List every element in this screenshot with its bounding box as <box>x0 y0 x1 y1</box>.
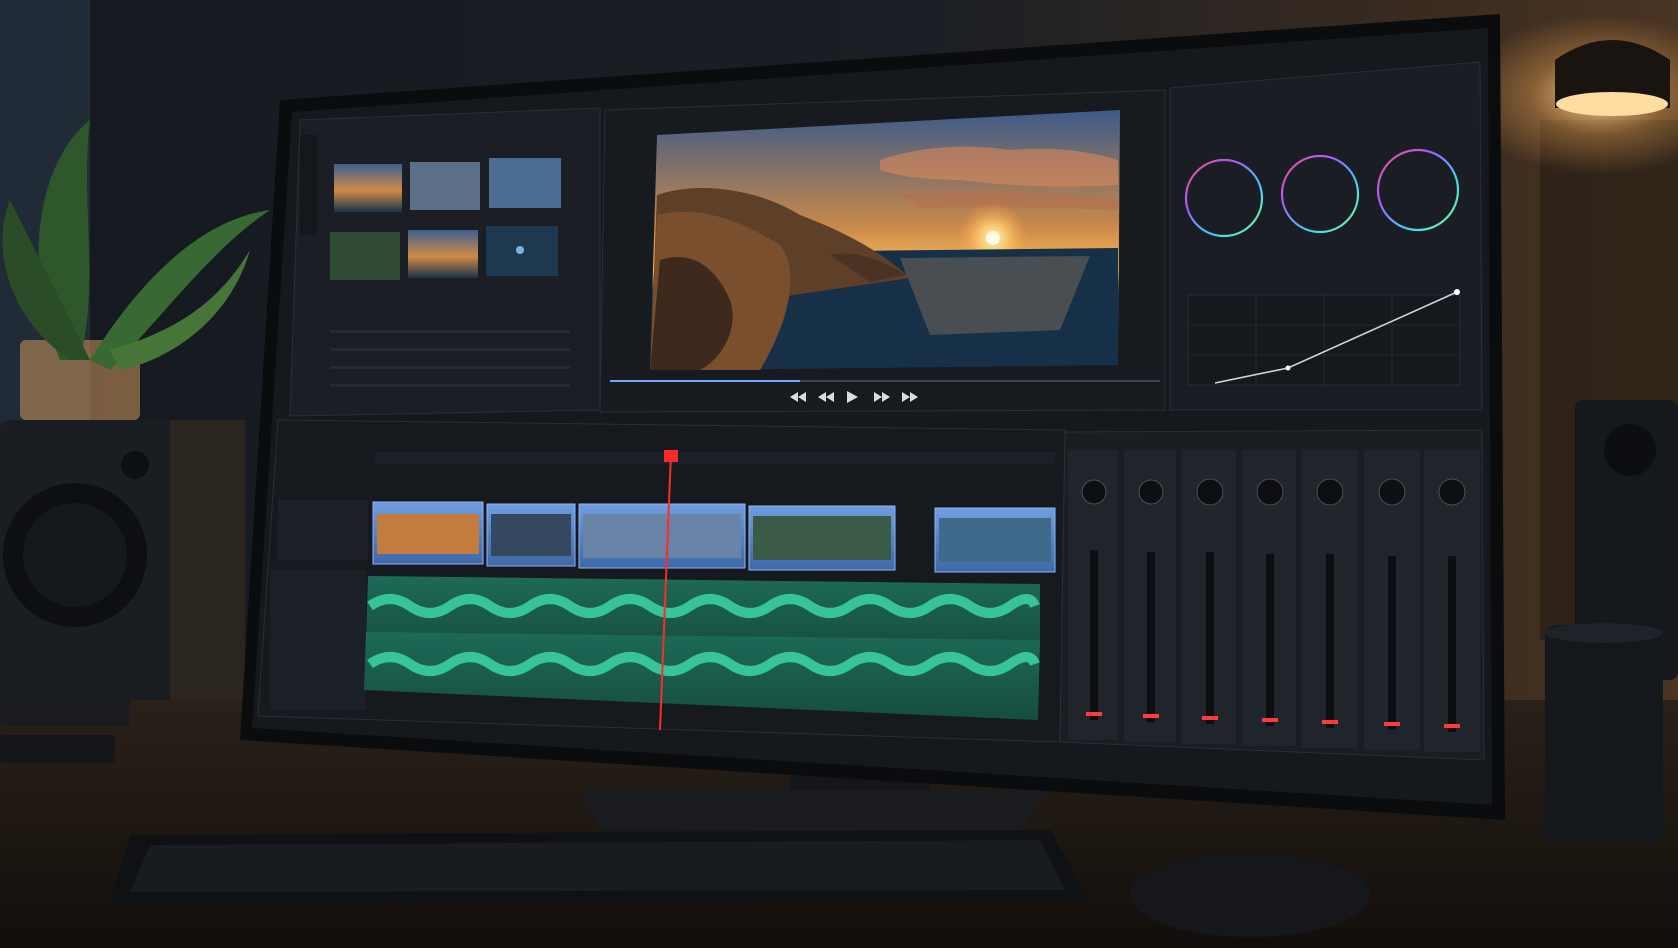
media-pool-panel <box>289 107 601 417</box>
color-panel <box>1169 61 1483 411</box>
desk-object-2 <box>0 735 115 763</box>
speaker-left <box>0 420 245 710</box>
mixer-channel-3 <box>1182 450 1236 744</box>
monitor-base <box>580 790 1050 830</box>
mixer-channel-1 <box>1068 450 1118 740</box>
mixer-channel-5 <box>1302 450 1358 748</box>
mixer-channel-7 <box>1424 450 1480 752</box>
desk-object-1 <box>0 690 130 726</box>
video-clips <box>372 501 1056 573</box>
audio-mixer <box>1059 429 1485 761</box>
mixer-channel-6 <box>1364 450 1420 750</box>
thumb-5 <box>408 230 478 278</box>
thumb-4 <box>330 232 400 280</box>
editing-desk-photo <box>0 0 1678 948</box>
mixer-channel-4 <box>1242 450 1296 746</box>
mouse <box>1130 853 1370 937</box>
timeline-panel <box>257 419 1066 743</box>
thumb-2 <box>410 162 480 210</box>
viewer-panel <box>599 89 1166 413</box>
viewer-frame <box>650 110 1120 370</box>
curves-graph <box>1187 289 1461 386</box>
mixer-channels <box>1068 450 1480 752</box>
mixer-channel-2 <box>1124 450 1176 742</box>
mug <box>1545 623 1663 843</box>
lamp-bulb-ring <box>1556 92 1668 116</box>
keyboard <box>110 830 1090 905</box>
thumb-1 <box>334 164 402 212</box>
thumb-3 <box>489 158 561 208</box>
